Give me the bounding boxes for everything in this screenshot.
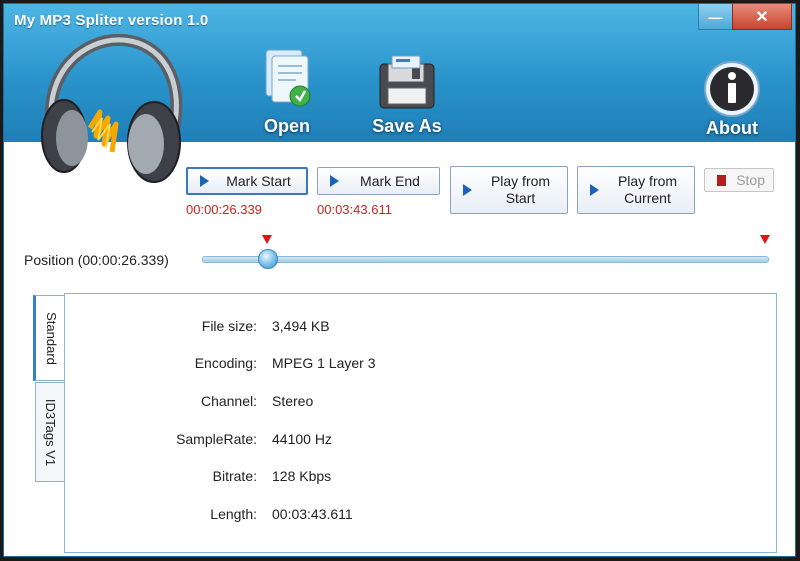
play-from-start-line1: Play from	[490, 173, 551, 189]
play-triangle-icon	[590, 184, 599, 196]
minimize-button[interactable]: —	[698, 4, 732, 30]
open-file-icon	[265, 49, 311, 107]
stop-square-icon	[717, 174, 727, 186]
mark-start-time: 00:00:26.339	[186, 202, 262, 217]
play-triangle-icon	[463, 184, 472, 196]
mark-start-marker-icon	[262, 235, 272, 244]
info-icon	[704, 61, 760, 117]
info-key: Channel:	[200, 393, 257, 409]
mark-end-time: 00:03:43.611	[317, 202, 392, 217]
play-from-current-line2: Current	[624, 190, 671, 206]
mark-end-marker-icon	[760, 235, 770, 244]
play-triangle-icon	[330, 175, 339, 187]
info-value: MPEG 1 Layer 3	[272, 355, 376, 371]
play-from-start-label: Play from Start	[482, 173, 567, 207]
info-key: Bitrate:	[212, 468, 257, 484]
info-key: File size:	[201, 318, 257, 334]
mark-start-label: Mark Start	[226, 172, 291, 189]
info-value: 00:03:43.611	[272, 506, 353, 522]
info-key: Length:	[210, 506, 257, 522]
play-from-start-line2: Start	[505, 190, 536, 206]
info-row: Encoding: MPEG 1 Layer 3	[65, 355, 765, 375]
info-row: SampleRate: 44100 Hz	[65, 431, 765, 451]
save-as-label: Save As	[372, 116, 442, 136]
tab-standard-label: Standard	[43, 311, 59, 365]
play-triangle-icon	[200, 175, 209, 187]
position-slider-thumb[interactable]	[258, 249, 279, 269]
play-from-start-button[interactable]: Play from Start	[450, 166, 568, 214]
info-row: File size: 3,494 KB	[65, 318, 765, 338]
info-row: Bitrate: 128 Kbps	[65, 468, 765, 488]
open-label: Open	[263, 116, 310, 136]
window-title: My MP3 Spliter version 1.0	[14, 12, 209, 29]
info-row: Channel: Stereo	[65, 393, 765, 413]
info-row: Length: 00:03:43.611	[65, 506, 765, 526]
info-value: Stereo	[272, 393, 314, 409]
tab-standard[interactable]: Standard	[33, 295, 66, 381]
play-from-current-button[interactable]: Play from Current	[577, 166, 695, 214]
mark-end-label: Mark End	[360, 172, 420, 189]
info-key: Encoding:	[194, 355, 257, 371]
stop-label: Stop	[736, 171, 765, 188]
tab-id3tags-label: ID3Tags V1	[43, 398, 59, 466]
position-label: Position (00:00:26.339)	[24, 252, 169, 268]
tab-id3tags-v1[interactable]: ID3Tags V1	[35, 382, 66, 482]
open-button[interactable]: Open	[252, 46, 322, 137]
app-window: My MP3 Spliter version 1.0 — ✕ Open Save…	[3, 3, 796, 557]
close-button[interactable]: ✕	[732, 4, 792, 30]
floppy-disk-icon	[379, 55, 435, 109]
play-from-current-line1: Play from	[617, 173, 678, 189]
headphones-logo-icon	[41, 33, 183, 183]
info-value: 128 Kbps	[272, 468, 332, 484]
info-key: SampleRate:	[176, 431, 257, 447]
position-slider-track[interactable]	[202, 256, 769, 263]
about-label: About	[706, 118, 758, 138]
save-as-button[interactable]: Save As	[364, 46, 450, 137]
mark-end-button[interactable]: Mark End	[317, 167, 440, 195]
info-value: 3,494 KB	[272, 318, 330, 334]
mark-start-button[interactable]: Mark Start	[186, 167, 308, 195]
about-button[interactable]: About	[700, 60, 764, 139]
file-info-panel: File size: 3,494 KB Encoding: MPEG 1 Layer …	[64, 293, 777, 553]
stop-button[interactable]: Stop	[704, 168, 774, 192]
info-value: 44100 Hz	[272, 431, 332, 447]
play-from-current-label: Play from Current	[609, 173, 694, 207]
